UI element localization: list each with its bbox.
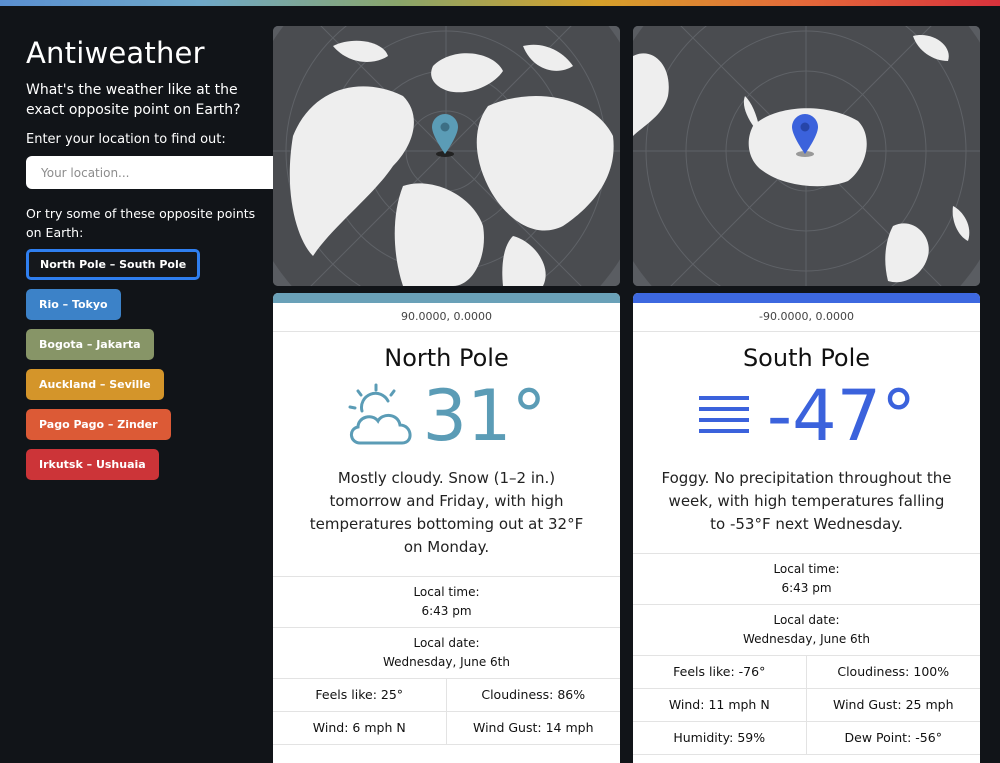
local-date-value: Wednesday, June 6th [383, 655, 510, 669]
local-date: Local date: Wednesday, June 6th [273, 627, 620, 678]
stat-value: 100% [913, 664, 950, 679]
coordinates: 90.0000, 0.0000 [273, 303, 620, 332]
stat-value: -76° [738, 664, 766, 679]
temperature-row: -47° [633, 375, 980, 457]
local-time-label: Local time: [413, 585, 480, 599]
tagline: What's the weather like at the exact opp… [26, 82, 241, 118]
card-accent-bar [633, 293, 980, 303]
sidebar: Antiweather What's the weather like at t… [26, 36, 366, 489]
south-pole-map[interactable] [633, 26, 980, 286]
local-time-label: Local time: [773, 562, 840, 576]
stat-value: 59% [737, 730, 766, 745]
location-prompt: Enter your location to find out: [26, 132, 226, 147]
stat-value: -56° [915, 730, 942, 745]
stat-value: 14 mph [545, 720, 594, 735]
pair-chip[interactable]: Rio – Tokyo [26, 289, 121, 320]
local-date: Local date: Wednesday, June 6th [633, 604, 980, 655]
pair-chip[interactable]: Pago Pago – Zinder [26, 409, 171, 440]
stat-cell: Feels like: 25° [273, 679, 447, 712]
stat-cell: Cloudiness: 86% [446, 679, 620, 712]
local-date-value: Wednesday, June 6th [743, 632, 870, 646]
temperature-row: 31° [273, 375, 620, 457]
try-text: Or try some of these opposite points on … [26, 206, 256, 240]
local-time: Local time: 6:43 pm [633, 553, 980, 604]
south-pole-weather-card: -90.0000, 0.0000 South Pole -47° Foggy. … [633, 293, 980, 763]
stat-cell: Wind: 11 mph N [633, 689, 807, 722]
pair-chip[interactable]: North Pole – South Pole [26, 249, 201, 280]
north-pole-map[interactable] [273, 26, 620, 286]
stat-label: Wind Gust: [472, 720, 542, 735]
stat-cell: Wind Gust: 14 mph [446, 712, 620, 745]
local-time: Local time: 6:43 pm [273, 576, 620, 627]
pair-chip[interactable]: Auckland – Seville [26, 369, 164, 400]
stat-cell: Feels like: -76° [633, 656, 807, 689]
stat-label: Dew Point: [844, 730, 912, 745]
fog-icon [698, 396, 749, 433]
card-accent-bar [273, 293, 620, 303]
partly-cloudy-icon [348, 383, 412, 445]
weather-stats: Feels like: 25° Cloudiness: 86% Wind: 6 mp… [273, 678, 620, 745]
stat-value: 86% [557, 687, 586, 702]
pair-chip[interactable]: Bogota – Jakarta [26, 329, 154, 360]
north-pole-weather-card: 90.0000, 0.0000 North Pole 31° Mostly cl… [273, 293, 620, 763]
stat-value: 25 mph [905, 697, 954, 712]
temperature: -47° [766, 375, 917, 457]
forecast-summary: Foggy. No precipitation throughout the w… [661, 469, 952, 533]
stat-label: Feels like: [673, 664, 735, 679]
opposite-pairs-list: North Pole – South Pole Rio – Tokyo Bogota… [26, 249, 256, 489]
rainbow-bar [0, 0, 1000, 6]
stat-label: Cloudiness: [837, 664, 910, 679]
stat-label: Feels like: [315, 687, 377, 702]
stat-cell: Cloudiness: 100% [806, 656, 980, 689]
stat-label: Humidity: [673, 730, 734, 745]
stat-cell: Wind: 6 mph N [273, 712, 447, 745]
place-name: South Pole [742, 344, 871, 372]
stat-cell: Humidity: 59% [633, 722, 807, 755]
weather-stats: Feels like: -76° Cloudiness: 100% Wind: 11… [633, 655, 980, 755]
stat-value: 11 mph N [708, 697, 770, 712]
coordinates: -90.0000, 0.0000 [633, 303, 980, 332]
location-input[interactable] [39, 164, 313, 181]
stat-label: Wind: [668, 697, 705, 712]
forecast-summary: Mostly cloudy. Snow (1–2 in.) tomorrow a… [309, 469, 584, 556]
stat-cell: Dew Point: -56° [806, 722, 980, 755]
pair-chip[interactable]: Irkutsk – Ushuaia [26, 449, 159, 480]
stat-value: 6 mph N [352, 720, 406, 735]
local-date-label: Local date: [773, 613, 840, 627]
temperature: 31° [422, 375, 547, 457]
stat-cell: Wind Gust: 25 mph [806, 689, 980, 722]
stat-label: Wind Gust: [832, 697, 902, 712]
stat-value: 25° [380, 687, 404, 702]
place-name: North Pole [384, 344, 509, 372]
local-time-value: 6:43 pm [421, 604, 472, 618]
local-time-value: 6:43 pm [781, 581, 832, 595]
app-title: Antiweather [26, 36, 205, 70]
stat-label: Cloudiness: [481, 687, 554, 702]
stat-label: Wind: [312, 720, 349, 735]
local-date-label: Local date: [413, 636, 480, 650]
